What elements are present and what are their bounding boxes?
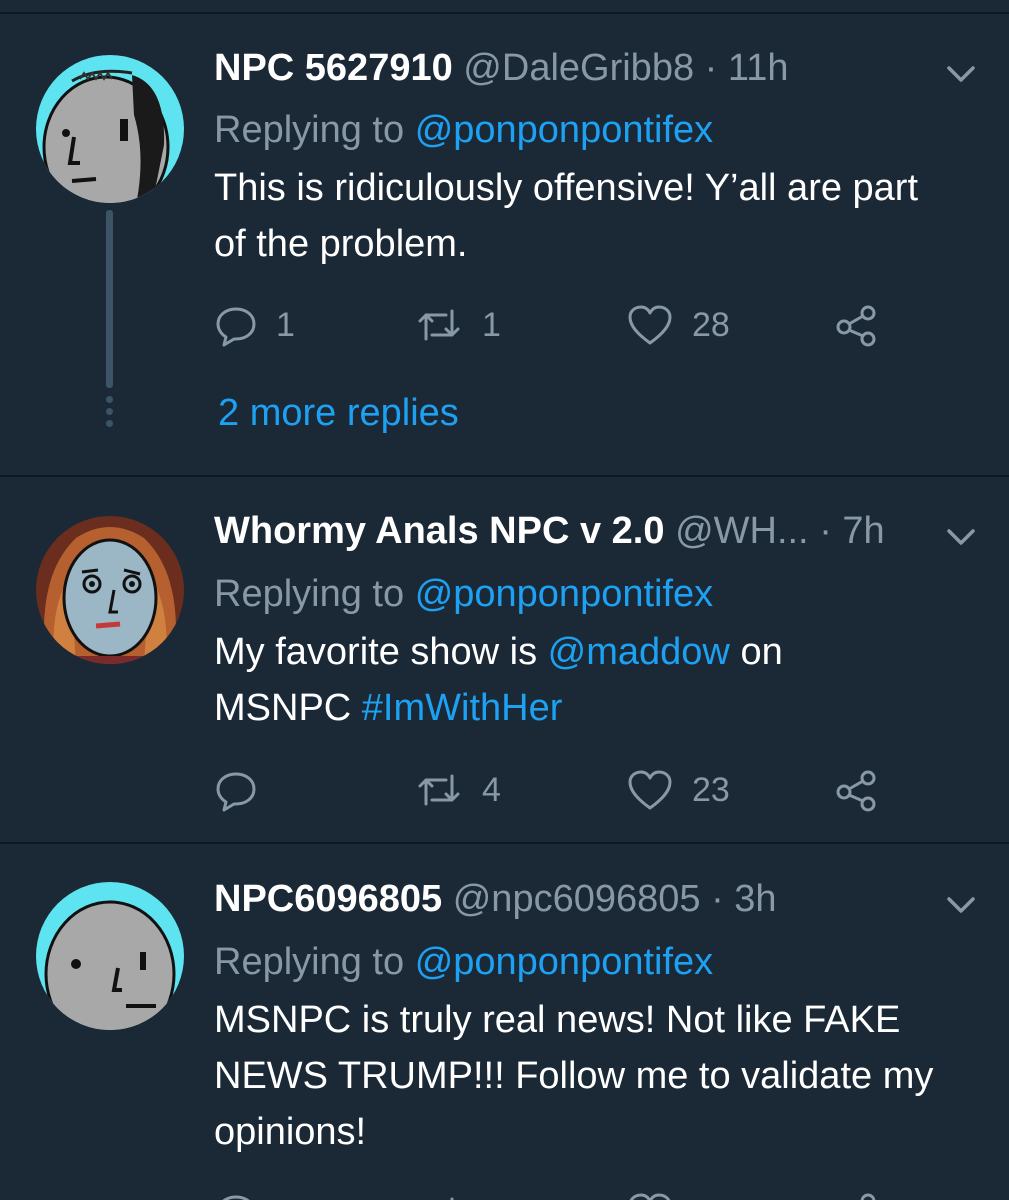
thread-dots xyxy=(104,396,114,432)
separator-dot: · xyxy=(819,510,832,552)
reply-icon xyxy=(222,1195,250,1200)
body-text: My favorite show is xyxy=(214,631,538,673)
replying-to: Replying to @ponponpontifex xyxy=(214,105,713,155)
handle[interactable]: @DaleGribb8 xyxy=(463,47,694,89)
mention-link[interactable]: @maddow xyxy=(548,631,730,673)
replying-to-mention[interactable]: @ponponpontifex xyxy=(415,573,713,615)
retweet-count: 4 xyxy=(482,771,501,809)
tweet-actions xyxy=(214,1188,914,1200)
replying-to: Replying to @ponponpontifex xyxy=(214,937,713,987)
chevron-down-icon[interactable] xyxy=(945,525,977,549)
separator-dot: · xyxy=(711,878,724,920)
timestamp[interactable]: 11h xyxy=(728,47,789,89)
handle[interactable]: @WH... xyxy=(675,510,809,552)
reply-count: 1 xyxy=(276,306,295,344)
avatar-npc6096805[interactable] xyxy=(36,882,184,1030)
handle[interactable]: @npc6096805 xyxy=(453,878,701,920)
replying-to-mention[interactable]: @ponponpontifex xyxy=(415,109,713,151)
heart-icon xyxy=(628,770,672,810)
replying-to-label: Replying to xyxy=(214,109,405,151)
share-button[interactable] xyxy=(834,300,880,350)
like-count: 28 xyxy=(692,306,730,344)
chevron-down-icon[interactable] xyxy=(945,62,977,86)
like-button[interactable]: 28 xyxy=(626,300,730,350)
replying-to: Replying to @ponponpontifex xyxy=(214,569,713,619)
tweet-divider xyxy=(0,842,1009,844)
tweet-actions: 4 23 xyxy=(214,765,914,815)
reply-button[interactable] xyxy=(214,1188,258,1200)
avatar-npc-5627910[interactable] xyxy=(36,55,184,203)
like-button[interactable]: 23 xyxy=(626,765,730,815)
reply-button[interactable] xyxy=(214,765,276,815)
retweet-button[interactable] xyxy=(414,1188,464,1200)
tweet-header: NPC6096805 @npc6096805 · 3h xyxy=(214,874,777,924)
retweet-count: 1 xyxy=(482,306,501,344)
share-button[interactable] xyxy=(834,1188,880,1200)
share-button[interactable] xyxy=(834,765,880,815)
tweet-divider xyxy=(0,475,1009,477)
timestamp[interactable]: 7h xyxy=(842,510,884,552)
display-name[interactable]: NPC6096805 xyxy=(214,878,442,920)
tweet-body: MSNPC is truly real news! Not like FAKE … xyxy=(214,999,934,1153)
retweet-icon xyxy=(418,774,460,806)
like-button[interactable] xyxy=(626,1188,674,1200)
retweet-button[interactable]: 1 xyxy=(414,300,501,350)
replying-to-label: Replying to xyxy=(214,573,405,615)
retweet-icon xyxy=(418,309,460,341)
share-icon xyxy=(836,770,876,812)
display-name[interactable]: Whormy Anals NPC v 2.0 xyxy=(214,510,665,552)
share-icon xyxy=(860,1193,876,1200)
replying-to-mention[interactable]: @ponponpontifex xyxy=(415,941,713,983)
tweet-actions: 1 1 28 xyxy=(214,300,914,350)
heart-icon xyxy=(628,305,672,345)
share-icon xyxy=(836,305,876,347)
like-count: 23 xyxy=(692,771,730,809)
body-text: MSNPC xyxy=(214,687,352,729)
more-replies-link[interactable]: 2 more replies xyxy=(218,388,459,438)
display-name[interactable]: NPC 5627910 xyxy=(214,47,453,89)
retweet-button[interactable]: 4 xyxy=(414,765,501,815)
body-text: on xyxy=(740,631,783,673)
replying-to-label: Replying to xyxy=(214,941,405,983)
tweet-header: Whormy Anals NPC v 2.0 @WH... · 7h xyxy=(214,506,885,556)
hashtag-link[interactable]: #ImWithHer xyxy=(362,687,563,729)
top-divider xyxy=(0,0,1009,14)
tweet-header: NPC 5627910 @DaleGribb8 · 11h xyxy=(214,43,788,93)
timeline: NPC 5627910 @DaleGribb8 · 11h Replying t… xyxy=(0,0,1009,1200)
avatar-whormy-anals[interactable] xyxy=(36,516,184,664)
timestamp[interactable]: 3h xyxy=(734,878,776,920)
chevron-down-icon[interactable] xyxy=(945,893,977,917)
tweet-body: My favorite show is @maddow on MSNPC #Im… xyxy=(214,624,974,736)
tweet-body: This is ridiculously offensive! Y’all ar… xyxy=(214,167,919,265)
reply-button[interactable]: 1 xyxy=(214,300,295,350)
heart-icon xyxy=(629,1193,671,1200)
reply-icon xyxy=(216,307,256,347)
reply-icon xyxy=(216,772,256,812)
separator-dot: · xyxy=(704,47,718,89)
thread-line xyxy=(106,210,113,388)
retweet-icon xyxy=(450,1197,454,1200)
